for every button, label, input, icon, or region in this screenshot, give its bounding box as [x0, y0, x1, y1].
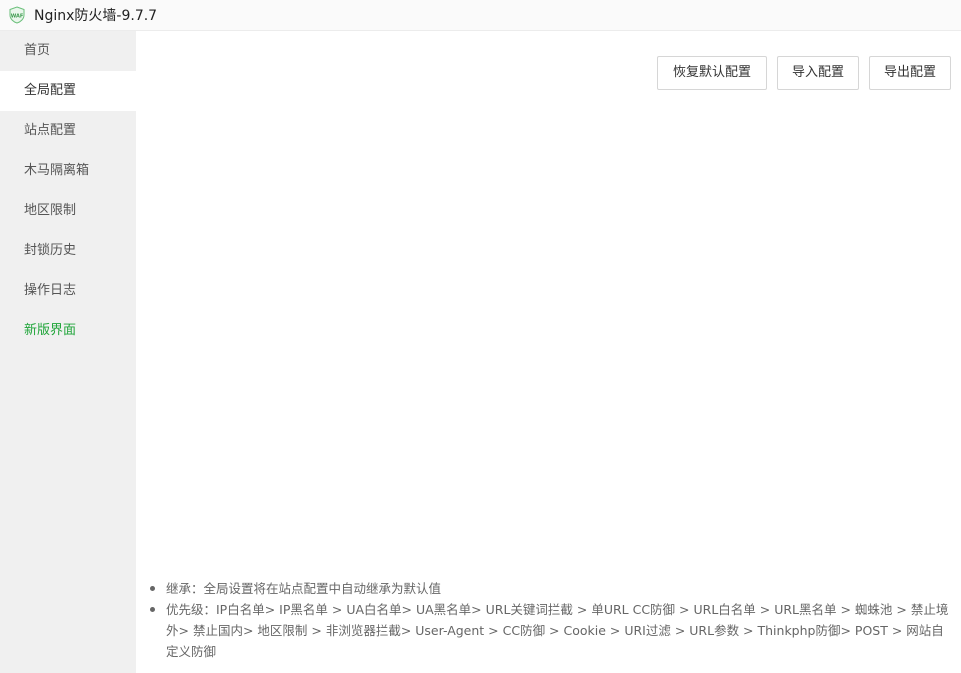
window-title: Nginx防火墙-9.7.7: [34, 8, 158, 24]
logo-text: WAF: [11, 14, 24, 20]
title-bar: WAF Nginx防火墙-9.7.7: [0, 0, 961, 31]
sidebar-item-operation-log[interactable]: 操作日志: [0, 271, 136, 311]
note-inherit-text: 继承：全局设置将在站点配置中自动继承为默认值: [166, 581, 442, 596]
import-config-button[interactable]: 导入配置: [777, 56, 859, 90]
restore-default-button[interactable]: 恢复默认配置: [657, 56, 767, 90]
sidebar: 首页 全局配置 站点配置 木马隔离箱 地区限制 封锁历史 操作日志 新版界面: [0, 31, 136, 673]
sidebar-item-site-config[interactable]: 站点配置: [0, 111, 136, 151]
sidebar-item-home[interactable]: 首页: [0, 31, 136, 71]
help-notes: 继承：全局设置将在站点配置中自动继承为默认值 优先级：IP白名单> IP黑名单 …: [150, 578, 950, 662]
note-priority-text: 优先级：IP白名单> IP黑名单 > UA白名单> UA黑名单> URL关键词拦…: [166, 602, 949, 659]
bullet-icon: [150, 586, 155, 591]
waf-shield-icon: WAF: [8, 6, 26, 24]
bullet-icon: [150, 607, 155, 612]
sidebar-item-block-history[interactable]: 封锁历史: [0, 231, 136, 271]
sidebar-item-new-ui[interactable]: 新版界面: [0, 311, 136, 351]
export-config-button[interactable]: 导出配置: [869, 56, 951, 90]
main-panel: 恢复默认配置 导入配置 导出配置 继承：全局设置将在站点配置中自动继承为默认值 …: [136, 31, 961, 673]
list-item: 优先级：IP白名单> IP黑名单 > UA白名单> UA黑名单> URL关键词拦…: [150, 599, 950, 662]
list-item: 继承：全局设置将在站点配置中自动继承为默认值: [150, 578, 950, 599]
sidebar-item-trojan-quarantine[interactable]: 木马隔离箱: [0, 151, 136, 191]
sidebar-item-global-config[interactable]: 全局配置: [0, 71, 136, 111]
sidebar-item-region-limit[interactable]: 地区限制: [0, 191, 136, 231]
